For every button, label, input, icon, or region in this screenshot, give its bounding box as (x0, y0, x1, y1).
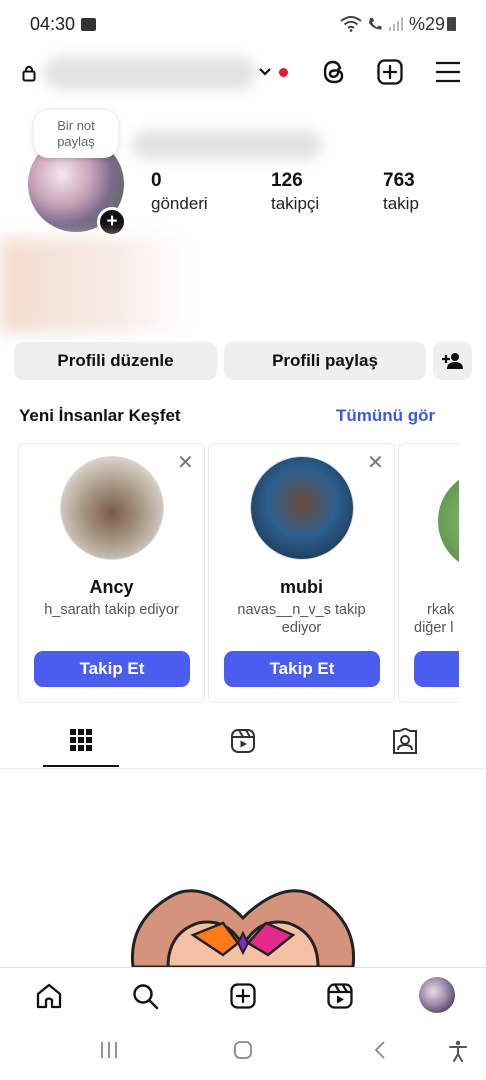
suggestion-subtitle: h_sarath takip ediyor (44, 602, 179, 618)
recents-icon[interactable] (99, 1040, 119, 1060)
edit-profile-button[interactable]: Profili düzenle (14, 342, 217, 380)
battery-percent: %29 (408, 14, 445, 34)
follow-button[interactable] (414, 651, 459, 687)
wifi-icon (340, 16, 362, 32)
tab-divider (0, 768, 486, 769)
lock-icon (22, 65, 36, 82)
bio-blurred (0, 238, 190, 333)
suggestion-avatar[interactable] (438, 470, 459, 572)
suggestion-subtitle: rkak diğer l (414, 602, 455, 636)
display-name-blurred (132, 130, 322, 160)
follow-button[interactable]: Takip Et (224, 651, 380, 687)
see-all-link[interactable]: Tümünü gör (336, 406, 435, 426)
note-bubble[interactable]: Bir not paylaş (34, 110, 118, 158)
status-icons: %29 (340, 14, 456, 35)
username-blurred[interactable] (44, 56, 256, 90)
suggestion-card[interactable]: ✕ mubi navas__n_v_s takip ediyor Takip E… (208, 443, 395, 703)
profile-avatar[interactable] (419, 977, 455, 1013)
add-story-icon[interactable]: + (97, 207, 127, 237)
suggestion-subtitle: navas__n_v_s takip ediyor (237, 602, 366, 636)
back-icon[interactable] (372, 1040, 388, 1060)
call-icon (368, 18, 382, 30)
chevron-down-icon[interactable] (258, 67, 272, 77)
reels-icon[interactable] (230, 728, 256, 754)
note-text: Bir not paylaş (57, 118, 95, 149)
close-icon[interactable]: ✕ (367, 450, 384, 475)
reels-icon[interactable] (326, 982, 354, 1010)
grid-icon[interactable] (69, 728, 93, 752)
share-profile-button[interactable]: Profili paylaş (224, 342, 426, 380)
stat-following[interactable]: 763 takip (383, 170, 419, 214)
suggestion-name: Ancy (89, 577, 134, 597)
new-post-icon[interactable] (376, 58, 404, 86)
threads-icon[interactable] (320, 58, 348, 86)
create-icon[interactable] (229, 982, 257, 1010)
notification-dot (279, 68, 288, 77)
menu-icon[interactable] (434, 58, 462, 86)
suggestion-avatar[interactable] (60, 456, 164, 560)
image-icon (81, 18, 97, 31)
suggestion-avatar[interactable] (250, 456, 354, 560)
home-button-icon[interactable] (233, 1040, 253, 1060)
suggestion-name: mubi (280, 577, 323, 597)
stat-posts[interactable]: 0 gönderi (151, 170, 208, 214)
active-tab-indicator (43, 765, 119, 767)
suggestion-card[interactable]: ✕ Ancy h_sarath takip ediyor Takip Et (18, 443, 205, 703)
status-time: 04:30 (30, 14, 97, 35)
add-person-icon (441, 353, 463, 369)
stat-followers[interactable]: 126 takipçi (271, 170, 319, 214)
search-icon[interactable] (131, 982, 159, 1010)
battery-icon (447, 17, 456, 31)
heart-hands-illustration (130, 889, 356, 967)
suggestion-card[interactable]: rkak diğer l (398, 443, 459, 703)
signal-icon (388, 17, 403, 31)
home-icon[interactable] (35, 982, 63, 1010)
accessibility-icon[interactable] (448, 1040, 468, 1062)
tagged-icon[interactable] (391, 728, 419, 756)
discover-title: Yeni İnsanlar Keşfet (19, 406, 181, 425)
follow-button[interactable]: Takip Et (34, 651, 190, 687)
close-icon[interactable]: ✕ (177, 450, 194, 475)
discover-people-button[interactable] (433, 342, 472, 380)
